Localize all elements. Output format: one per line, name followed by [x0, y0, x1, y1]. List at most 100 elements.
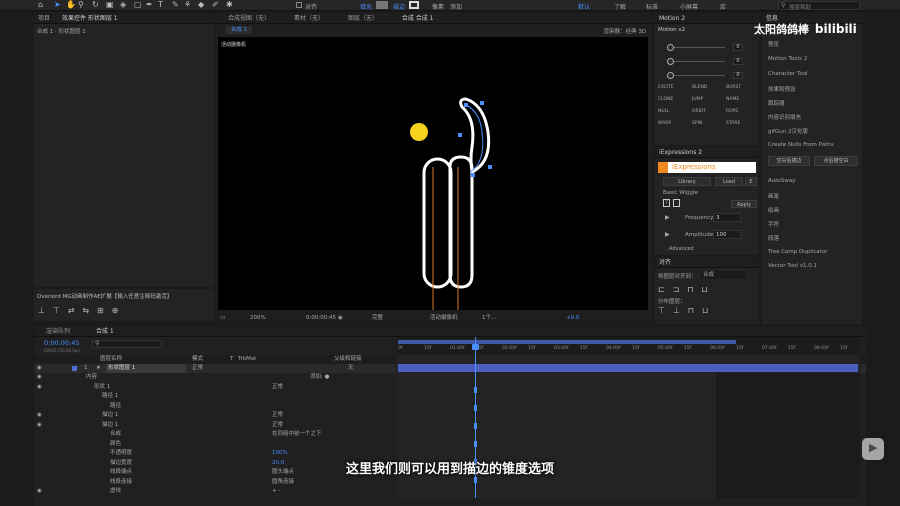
workspace-small[interactable]: 小屏幕	[680, 2, 698, 11]
slider-knob[interactable]	[667, 72, 674, 79]
stare-button[interactable]: STARE	[726, 121, 740, 126]
property-value[interactable]: 在同组中前一个之下	[272, 430, 322, 439]
keyframe-marker[interactable]	[474, 477, 477, 483]
panel-character-tool[interactable]: Character Tool	[768, 71, 808, 77]
property-value[interactable]: 正常	[272, 411, 283, 420]
panel-effects-presets[interactable]: 效果和预设	[768, 85, 796, 93]
layer-name[interactable]: 形状图层 1	[106, 364, 186, 373]
export-icon[interactable]: ⊕	[112, 304, 119, 317]
offset-value[interactable]: +0.0	[566, 312, 579, 324]
tab-layer[interactable]: 图层（无）	[348, 13, 378, 23]
slider-value[interactable]: 0	[733, 58, 743, 65]
push-icon[interactable]: ⇄	[68, 304, 75, 317]
burst-button[interactable]: BURST	[726, 85, 741, 90]
settings-icon[interactable]	[673, 199, 680, 207]
motion2-slider-2[interactable]: 0	[659, 57, 755, 67]
blend-button[interactable]: BLEND	[692, 85, 707, 90]
zoom-dropdown[interactable]: 200%	[250, 312, 266, 324]
property-value[interactable]: 圆角连接	[272, 478, 294, 487]
panel-paragraph[interactable]: 段落	[768, 234, 779, 242]
visibility-icon[interactable]: ◉	[37, 364, 42, 373]
property-value[interactable]: + -	[272, 487, 280, 496]
property-value[interactable]: 正常	[272, 421, 283, 430]
layer-mode[interactable]: 正常	[192, 364, 203, 373]
comp-subtab[interactable]: 合成 1	[226, 26, 253, 34]
puppet-tool-icon[interactable]: ✱	[226, 0, 233, 11]
rotate-tool-icon[interactable]: ↻	[92, 0, 99, 11]
property-row[interactable]: ◉ 虚线 + -	[34, 487, 394, 496]
visibility-icon[interactable]: ◉	[37, 411, 42, 420]
property-row[interactable]: 路径	[34, 402, 394, 411]
playhead-handle[interactable]	[472, 344, 479, 350]
load-button[interactable]: Load	[715, 177, 743, 186]
spin-button[interactable]: SPIN	[692, 121, 702, 126]
text-tool-icon[interactable]: T	[158, 0, 163, 11]
align-to-dropdown[interactable]: 合成	[701, 271, 745, 279]
distribute-vcenter-icon[interactable]: ⊥	[673, 304, 680, 317]
canvas[interactable]: 活动摄像机	[218, 37, 648, 310]
visibility-icon[interactable]: ◉	[37, 487, 42, 496]
keyframe-marker[interactable]	[474, 423, 477, 429]
property-value[interactable]: 正常	[272, 383, 283, 392]
workspace-learn[interactable]: 了解	[614, 2, 626, 11]
visibility-icon[interactable]: ◉	[37, 383, 42, 392]
library-button[interactable]: Library	[663, 177, 711, 186]
fill-swatch[interactable]	[376, 1, 388, 9]
work-area-bar[interactable]	[398, 340, 736, 344]
stroke-label[interactable]: 描边	[393, 2, 405, 11]
add-label[interactable]: 添加	[450, 2, 462, 11]
motion2-slider-3[interactable]: 0	[659, 71, 755, 81]
panel-tracker[interactable]: 跟踪器	[768, 99, 785, 107]
layer-color-label[interactable]	[72, 366, 77, 371]
excite-button[interactable]: EXCITE	[658, 85, 674, 90]
distribute-top-icon[interactable]: ⊤	[658, 304, 665, 317]
warp-button[interactable]: WARP	[658, 121, 671, 126]
camera-tool-icon[interactable]: ▣	[106, 0, 114, 11]
roto-tool-icon[interactable]: ✐	[212, 0, 219, 11]
pan-tool-icon[interactable]: ◈	[120, 0, 126, 11]
rect-tool-icon[interactable]: ▢	[134, 0, 142, 11]
name-button[interactable]: NAME	[726, 97, 739, 102]
tab-comp-timeline[interactable]: 合成 1	[96, 326, 114, 336]
frequency-input[interactable]: 3	[713, 213, 741, 222]
quality-dropdown[interactable]: 完整	[372, 312, 383, 324]
property-row[interactable]: 路径 1	[34, 392, 394, 401]
visibility-icon[interactable]: ◉	[37, 373, 42, 382]
property-row[interactable]: 线段连接 圆角连接	[34, 478, 394, 487]
workspace-library[interactable]: 库	[720, 2, 726, 11]
eraser-tool-icon[interactable]: ◆	[198, 0, 204, 11]
clone-tool-icon[interactable]: ⚘	[184, 0, 191, 11]
amplitude-play-icon[interactable]: ▶	[665, 231, 670, 238]
panel-paint[interactable]: 绘画	[768, 206, 779, 214]
panel-tree-camp[interactable]: Tree Camp Duplicator	[768, 249, 827, 255]
null-button[interactable]: NULL	[658, 109, 670, 114]
help-search-input[interactable]: ⚲ 搜索帮助	[778, 1, 860, 11]
apply-button[interactable]: Apply	[731, 200, 757, 208]
property-row[interactable]: 不透明度 100%	[34, 449, 394, 458]
advanced-toggle[interactable]: Advanced	[669, 246, 694, 252]
layer-track-bar[interactable]	[398, 364, 858, 372]
frequency-play-icon[interactable]: ▶	[665, 214, 670, 221]
align-title[interactable]: 对齐	[659, 257, 671, 267]
workspace-standard[interactable]: 标准	[646, 2, 658, 11]
panel-content-aware-fill[interactable]: 内容识别填充	[768, 113, 801, 121]
panel-create-nulls[interactable]: Create Nulls From Paths	[768, 142, 834, 148]
align-checkbox[interactable]	[296, 2, 302, 8]
blank-after-stroke-button[interactable]: 点后描空白	[814, 156, 858, 166]
magnify-icon[interactable]: ▭	[220, 312, 225, 324]
align-left-icon[interactable]: ⊏	[658, 283, 665, 296]
align-right-icon[interactable]: ⊓	[687, 283, 693, 296]
zoom-tool-icon[interactable]: ⚲	[78, 0, 84, 11]
panel-autosway[interactable]: AutoSway	[768, 178, 795, 184]
home-icon[interactable]: ⌂	[38, 0, 43, 11]
tab-footage[interactable]: 素材（无）	[294, 13, 324, 23]
camera-dropdown[interactable]: 活动摄像机	[430, 312, 458, 324]
panel-vector-tool[interactable]: Vector Tool v1.0.1	[768, 263, 817, 269]
snapshot-icon[interactable]: ◉	[338, 312, 343, 324]
clone-button[interactable]: CLONE	[658, 97, 673, 102]
viewer-timecode[interactable]: 0:00:00:45	[306, 312, 336, 324]
slider-knob[interactable]	[667, 58, 674, 65]
import-icon[interactable]: ⊞	[97, 304, 104, 317]
property-row[interactable]: ◉ 描边 1 正常	[34, 411, 394, 420]
motion2-version-dropdown[interactable]: Motion v2	[658, 27, 685, 33]
